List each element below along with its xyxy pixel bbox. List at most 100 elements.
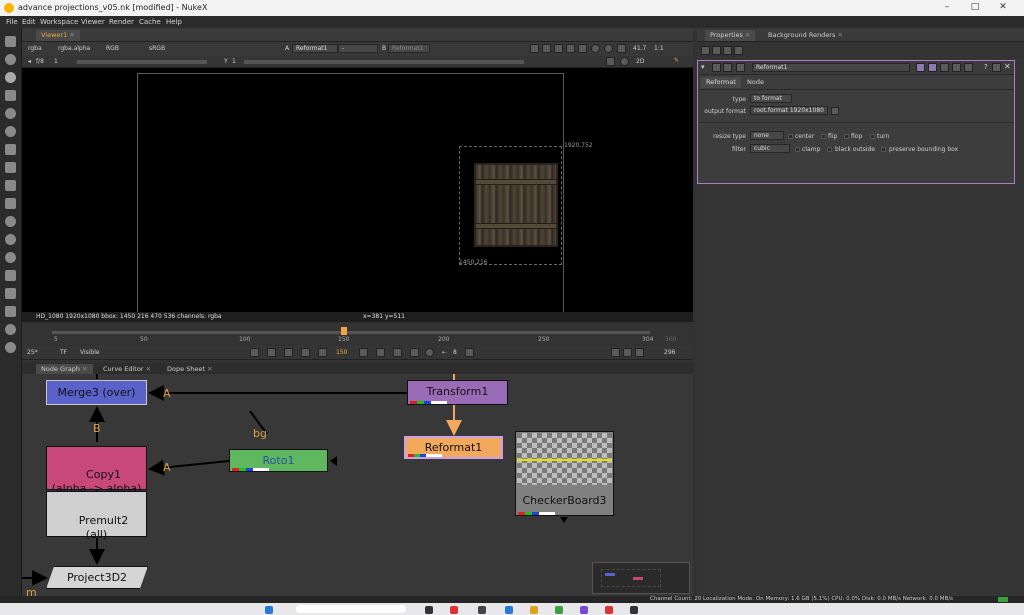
deep-nodes-icon[interactable] xyxy=(5,234,16,245)
display-dropdown[interactable]: RGB xyxy=(106,45,119,52)
revert-icon[interactable] xyxy=(940,63,949,72)
tab-close-icon[interactable]: ✕ xyxy=(207,365,212,373)
flop-checkbox[interactable] xyxy=(844,134,849,139)
menu-cache[interactable]: Cache xyxy=(139,18,161,26)
maximize-icon[interactable]: □ xyxy=(968,2,982,14)
flip-checkbox[interactable] xyxy=(821,134,826,139)
compare-icon[interactable] xyxy=(578,44,587,53)
black-outside-checkbox[interactable] xyxy=(827,147,832,152)
play-backward-icon[interactable] xyxy=(318,348,327,357)
minimize-icon[interactable]: – xyxy=(940,2,954,14)
channels-dropdown[interactable]: rgba xyxy=(28,45,42,52)
playhead[interactable] xyxy=(341,327,347,335)
menu-workspace[interactable]: Workspace xyxy=(40,18,78,26)
other-nodes-icon[interactable] xyxy=(5,306,16,317)
max-panels-icon[interactable] xyxy=(701,46,710,55)
timeline[interactable]: 5 50 100 150 200 250 304 300 xyxy=(22,322,693,346)
start-icon[interactable] xyxy=(265,606,273,614)
ofx-nodes-icon[interactable] xyxy=(5,342,16,353)
menu-viewer[interactable]: Viewer xyxy=(81,18,105,26)
float-icon[interactable] xyxy=(964,63,973,72)
tab-node[interactable]: Node xyxy=(742,77,769,88)
record-icon[interactable] xyxy=(623,348,632,357)
output-format-dropdown[interactable]: root.format 1920x1080 xyxy=(750,106,828,115)
lut-dropdown[interactable]: sRGB xyxy=(149,45,165,52)
proxy-dropdown[interactable]: 1:1 xyxy=(654,45,664,52)
time-nodes-icon[interactable] xyxy=(5,72,16,83)
play-forward-icon[interactable] xyxy=(359,348,368,357)
app-icon[interactable] xyxy=(530,606,538,614)
node-copy1[interactable]: Copy1 (alpha -> alpha) xyxy=(46,446,147,495)
end-frame[interactable]: 296 xyxy=(664,349,675,356)
step-icon[interactable]: ⇠ xyxy=(442,349,447,356)
tab-close-icon[interactable]: ✕ xyxy=(745,31,750,39)
gamma-slider[interactable] xyxy=(244,60,524,64)
help-panel-icon[interactable] xyxy=(712,63,721,72)
app-icon[interactable] xyxy=(580,606,588,614)
undo-icon[interactable] xyxy=(916,63,925,72)
input-a-dropdown[interactable]: Reformat1 xyxy=(292,44,338,53)
collapse-icon[interactable]: ▾ xyxy=(701,63,705,71)
particles-nodes-icon[interactable] xyxy=(5,216,16,227)
prev-frame-icon[interactable] xyxy=(301,348,310,357)
menu-edit[interactable]: Edit xyxy=(22,18,36,26)
tf-dropdown[interactable]: TF xyxy=(60,349,67,356)
menu-file[interactable]: File xyxy=(6,18,18,26)
app-icon[interactable] xyxy=(555,606,563,614)
transform-nodes-icon[interactable] xyxy=(5,180,16,191)
node-project3d2[interactable]: Project3D2 xyxy=(46,566,148,589)
flipbook-icon[interactable] xyxy=(611,348,620,357)
metadata-nodes-icon[interactable] xyxy=(5,270,16,281)
color-nodes-icon[interactable] xyxy=(5,108,16,119)
node-premult2[interactable]: Premult2 (all) xyxy=(46,491,147,541)
app-icon[interactable] xyxy=(450,606,458,614)
loop-icon[interactable] xyxy=(425,348,434,357)
redo-icon[interactable] xyxy=(928,63,937,72)
keyer-nodes-icon[interactable] xyxy=(5,144,16,155)
prev-keyframe-icon[interactable] xyxy=(267,348,276,357)
zoom-value[interactable]: 41.7 xyxy=(633,45,646,52)
node-checkerboard3[interactable]: CheckerBoard3 xyxy=(515,431,614,516)
more-icon[interactable] xyxy=(952,63,961,72)
snapshot-icon[interactable] xyxy=(566,44,575,53)
clamp-checkbox[interactable] xyxy=(795,147,800,152)
node-name-field[interactable]: Reformat1 xyxy=(752,63,910,72)
refresh-icon[interactable] xyxy=(591,44,600,53)
node-merge3[interactable]: Merge3 (over) xyxy=(46,380,147,405)
furnace-nodes-icon[interactable] xyxy=(5,324,16,335)
tab-reformat[interactable]: Reformat xyxy=(701,77,741,88)
tab-close-icon[interactable]: ✕ xyxy=(69,31,74,39)
edit-icon[interactable] xyxy=(734,46,743,55)
image-nodes-icon[interactable] xyxy=(5,36,16,47)
alpha-channel-dropdown[interactable]: rgba.alpha xyxy=(58,45,90,52)
timeline-track[interactable] xyxy=(52,331,650,334)
node-graph-canvas[interactable]: Merge3 (over) Transform1 Reformat1 Roto1… xyxy=(22,374,693,603)
app-icon[interactable] xyxy=(605,606,613,614)
format-options-icon[interactable] xyxy=(831,107,839,115)
app-icon[interactable] xyxy=(505,606,513,614)
menu-render[interactable]: Render xyxy=(109,18,134,26)
gain-icon[interactable] xyxy=(604,44,613,53)
merge-nodes-icon[interactable] xyxy=(5,162,16,173)
gamma-value[interactable]: 1 xyxy=(232,58,236,65)
type-dropdown[interactable]: to format xyxy=(750,94,792,103)
color-swatch-icon[interactable] xyxy=(723,63,732,72)
node-graph-minimap[interactable] xyxy=(592,562,690,594)
step-forward-icon[interactable] xyxy=(465,348,474,357)
frame-step[interactable]: 1 xyxy=(54,58,58,65)
lock-icon[interactable] xyxy=(712,46,721,55)
tab-background-renders[interactable]: Background Renders ✕ xyxy=(763,30,848,41)
toolsets-icon[interactable] xyxy=(5,288,16,299)
draw-nodes-icon[interactable] xyxy=(5,54,16,65)
prev-increment-icon[interactable] xyxy=(284,348,293,357)
range-icon[interactable]: ◂ xyxy=(28,58,31,65)
close-panel-icon[interactable]: ✕ xyxy=(1004,62,1011,71)
taskview-icon[interactable] xyxy=(425,606,433,614)
goto-start-icon[interactable] xyxy=(250,348,259,357)
maximize-panel-icon[interactable] xyxy=(992,63,1001,72)
input-b-dropdown[interactable]: Reformat1 xyxy=(388,44,430,53)
next-frame-icon[interactable] xyxy=(376,348,385,357)
close-icon[interactable]: ✕ xyxy=(996,2,1010,14)
roi-icon[interactable] xyxy=(542,44,551,53)
current-frame[interactable]: 150 xyxy=(336,349,347,356)
